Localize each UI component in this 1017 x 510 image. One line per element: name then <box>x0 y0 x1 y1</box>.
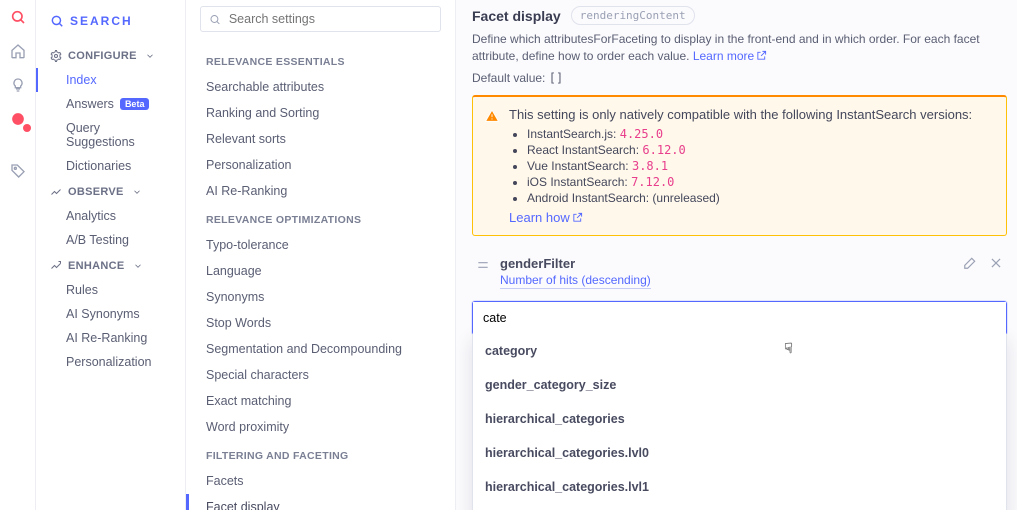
version-row: Vue InstantSearch: 3.8.1 <box>527 158 972 174</box>
sidebar: SEARCH CONFIGURE Index Answers Beta Query… <box>36 0 186 510</box>
main-panel: Facet display renderingContent Define wh… <box>456 0 1017 510</box>
setting-typo-tolerance[interactable]: Typo-tolerance <box>186 232 455 258</box>
edit-icon[interactable] <box>963 256 977 273</box>
setting-exact-matching[interactable]: Exact matching <box>186 388 455 414</box>
compatibility-warning: This setting is only natively compatible… <box>472 95 1007 236</box>
sidebar-item-label: Rules <box>66 283 98 297</box>
sidebar-item-label: Dictionaries <box>66 159 131 173</box>
section-label: ENHANCE <box>68 260 125 272</box>
setting-special-characters[interactable]: Special characters <box>186 362 455 388</box>
section-configure[interactable]: CONFIGURE <box>36 42 185 68</box>
setting-ai-re-ranking[interactable]: AI Re-Ranking <box>186 178 455 204</box>
default-value-row: Default value: [] <box>472 68 1007 89</box>
settings-column: RELEVANCE ESSENTIALS Searchable attribut… <box>186 0 456 510</box>
sidebar-item-ab-testing[interactable]: A/B Testing <box>36 228 185 252</box>
search-icon[interactable] <box>9 8 27 26</box>
option-hierarchical-categories-lvl2[interactable]: hierarchical_categories.lvl2 <box>473 504 1006 510</box>
sidebar-item-ai-synonyms[interactable]: AI Synonyms <box>36 302 185 326</box>
option-hierarchical-categories-lvl1[interactable]: hierarchical_categories.lvl1 <box>473 470 1006 504</box>
setting-ranking-sorting[interactable]: Ranking and Sorting <box>186 100 455 126</box>
default-label: Default value: <box>472 71 545 85</box>
setting-personalization[interactable]: Personalization <box>186 152 455 178</box>
drag-handle-icon[interactable] <box>476 258 490 275</box>
sidebar-item-query-suggestions[interactable]: Query Suggestions <box>36 116 185 154</box>
sidebar-item-label: Analytics <box>66 209 116 223</box>
sidebar-item-answers[interactable]: Answers Beta <box>36 92 185 116</box>
default-value: [] <box>549 71 563 85</box>
option-category[interactable]: category☟ <box>473 334 1006 368</box>
setting-searchable-attributes[interactable]: Searchable attributes <box>186 74 455 100</box>
section-enhance[interactable]: ENHANCE <box>36 252 185 278</box>
section-label: OBSERVE <box>68 186 124 198</box>
facet-name: genderFilter <box>500 256 651 271</box>
bulb-icon[interactable] <box>9 76 27 94</box>
beta-badge: Beta <box>120 98 150 110</box>
page-description: Define which attributesForFaceting to di… <box>472 29 1007 68</box>
sidebar-item-label: AI Synonyms <box>66 307 140 321</box>
option-gender-category-size[interactable]: gender_category_size <box>473 368 1006 402</box>
learn-how-link[interactable]: Learn how <box>509 210 583 225</box>
sidebar-item-label: Query Suggestions <box>66 121 171 149</box>
app-rail <box>0 0 36 510</box>
warning-icon <box>485 109 499 225</box>
attribute-input[interactable] <box>473 302 1006 334</box>
page-title: Facet display <box>472 8 561 24</box>
tag-icon[interactable] <box>9 162 27 180</box>
setting-language[interactable]: Language <box>186 258 455 284</box>
brand-label: SEARCH <box>70 14 133 28</box>
sidebar-item-index[interactable]: Index <box>36 68 185 92</box>
version-row: iOS InstantSearch: 7.12.0 <box>527 174 972 190</box>
sidebar-item-label: Index <box>66 73 97 87</box>
home-icon[interactable] <box>9 42 27 60</box>
group-head: RELEVANCE ESSENTIALS <box>186 46 455 74</box>
facet-sort-link[interactable]: Number of hits (descending) <box>500 273 651 289</box>
settings-search[interactable] <box>200 6 441 32</box>
setting-word-proximity[interactable]: Word proximity <box>186 414 455 440</box>
setting-synonyms[interactable]: Synonyms <box>186 284 455 310</box>
sidebar-item-label: Personalization <box>66 355 151 369</box>
api-param-pill: renderingContent <box>571 6 695 25</box>
facet-config-card: genderFilter Number of hits (descending)… <box>472 250 1007 510</box>
option-hierarchical-categories[interactable]: hierarchical_categories <box>473 402 1006 436</box>
setting-relevant-sorts[interactable]: Relevant sorts <box>186 126 455 152</box>
option-hierarchical-categories-lvl0[interactable]: hierarchical_categories.lvl0 <box>473 436 1006 470</box>
warning-intro: This setting is only natively compatible… <box>509 107 972 122</box>
setting-stop-words[interactable]: Stop Words <box>186 310 455 336</box>
section-label: CONFIGURE <box>68 50 137 62</box>
setting-segmentation[interactable]: Segmentation and Decompounding <box>186 336 455 362</box>
version-row: InstantSearch.js: 4.25.0 <box>527 126 972 142</box>
attribute-combobox[interactable] <box>472 301 1007 335</box>
brand: SEARCH <box>36 10 185 42</box>
sidebar-item-rules[interactable]: Rules <box>36 278 185 302</box>
setting-facet-display[interactable]: Facet display <box>186 494 455 510</box>
version-row: Android InstantSearch: (unreleased) <box>527 190 972 206</box>
sidebar-item-label: Answers <box>66 97 114 111</box>
sidebar-item-analytics[interactable]: Analytics <box>36 204 185 228</box>
cursor-icon: ☟ <box>784 340 793 357</box>
version-row: React InstantSearch: 6.12.0 <box>527 142 972 158</box>
sidebar-item-personalization[interactable]: Personalization <box>36 350 185 374</box>
sidebar-item-ai-re-ranking[interactable]: AI Re-Ranking <box>36 326 185 350</box>
section-observe[interactable]: OBSERVE <box>36 178 185 204</box>
close-icon[interactable] <box>989 256 1003 273</box>
group-head: RELEVANCE OPTIMIZATIONS <box>186 204 455 232</box>
sidebar-item-dictionaries[interactable]: Dictionaries <box>36 154 185 178</box>
sidebar-item-label: A/B Testing <box>66 233 129 247</box>
learn-more-link[interactable]: Learn more <box>693 49 767 63</box>
alert-icon[interactable] <box>9 110 27 128</box>
group-head: FILTERING AND FACETING <box>186 440 455 468</box>
settings-search-input[interactable] <box>229 12 432 26</box>
attribute-dropdown: category☟ gender_category_size hierarchi… <box>472 334 1007 510</box>
setting-facets[interactable]: Facets <box>186 468 455 494</box>
sidebar-item-label: AI Re-Ranking <box>66 331 147 345</box>
